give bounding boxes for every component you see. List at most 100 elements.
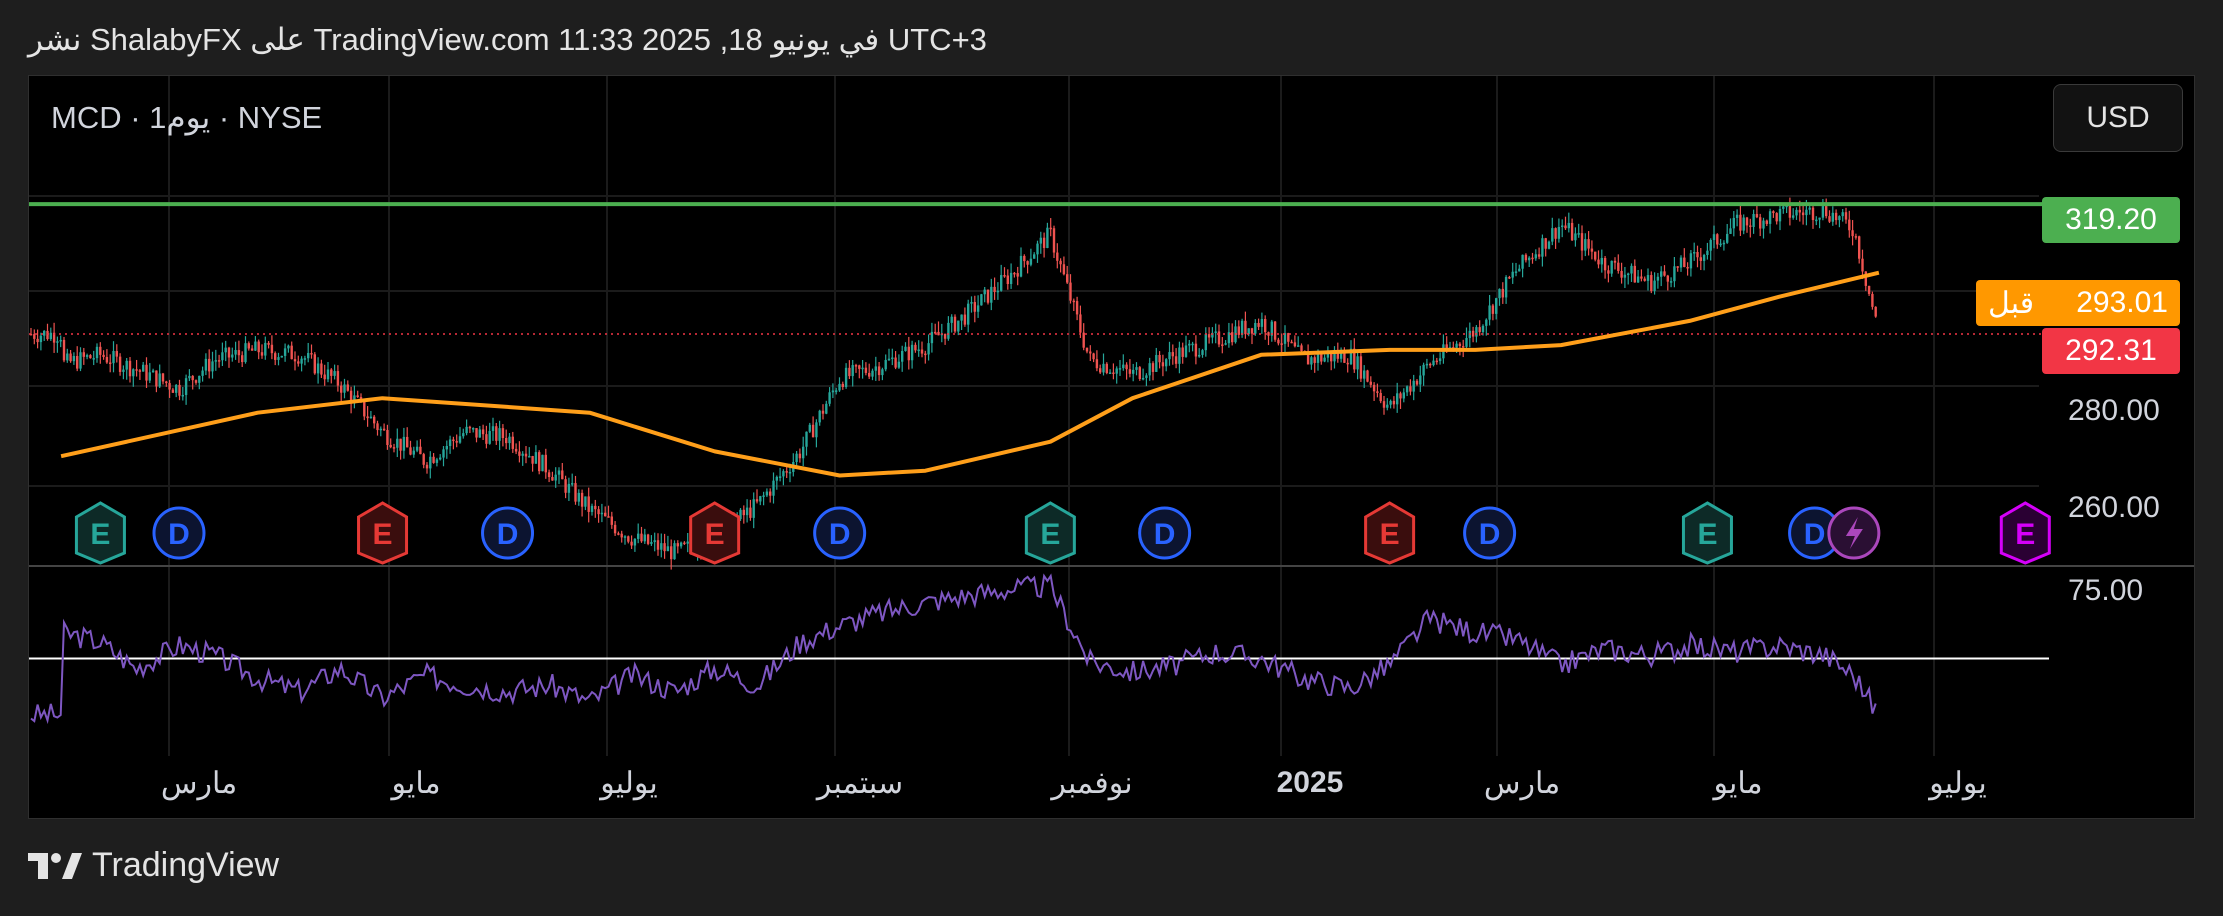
candle-body [1085, 347, 1089, 352]
candle-body [415, 446, 419, 451]
candle-body [158, 373, 161, 387]
candle-body [1471, 330, 1475, 337]
earnings-event-letter: E [373, 518, 393, 551]
candle-body [184, 378, 188, 395]
candle-body [165, 381, 168, 384]
candle-body [69, 353, 72, 362]
candle-body [376, 423, 379, 431]
candle-body [666, 546, 670, 552]
candle-body [1633, 265, 1636, 283]
dividend-event-letter: D [1479, 518, 1501, 551]
candle-body [204, 358, 208, 371]
earnings-event-letter: E [1040, 518, 1060, 551]
candle-body [1046, 227, 1049, 248]
candle-body [1590, 248, 1594, 252]
candle-body [650, 542, 653, 544]
candle-body [1828, 216, 1831, 222]
candle-body [406, 436, 409, 448]
candle-body [1778, 208, 1782, 222]
candle-body [237, 350, 241, 356]
candle-body [1151, 363, 1155, 372]
candle-body [1577, 233, 1580, 235]
earnings-event-icon: E [1681, 501, 1733, 565]
candle-body [1089, 351, 1092, 354]
candle-body [465, 426, 468, 434]
prev-close-value: 293.01 [2076, 286, 2168, 319]
candle-body [1537, 254, 1541, 257]
candle-body [1333, 352, 1336, 362]
tradingview-logo-icon [28, 852, 82, 879]
dividend-event-icon: D [813, 506, 867, 560]
candle-body [1706, 250, 1709, 255]
candle-body [884, 359, 887, 370]
candle-body [538, 452, 541, 472]
candle-body [765, 491, 769, 496]
candle-body [1729, 228, 1732, 234]
candle-body [1320, 354, 1323, 362]
x-tick-label: يوليو [600, 767, 658, 800]
candle-body [1627, 273, 1630, 276]
candle-body [1016, 273, 1019, 277]
candle-body [623, 536, 627, 538]
candle-body [600, 512, 604, 515]
candle-body [1620, 270, 1623, 278]
candle-body [844, 367, 848, 387]
candle-body [1838, 216, 1841, 221]
candle-body [653, 540, 656, 543]
candle-body [1356, 356, 1359, 370]
candle-body [1765, 220, 1768, 224]
candle-body [930, 331, 934, 344]
candle-body [1818, 217, 1821, 220]
candle-body [1204, 334, 1207, 351]
candle-body [1636, 276, 1640, 283]
candle-body [62, 339, 66, 361]
candle-body [524, 453, 528, 457]
candle-body [1386, 404, 1389, 408]
candle-body [1524, 254, 1528, 261]
last-price-value: 292.31 [2065, 334, 2157, 367]
candle-body [109, 362, 112, 364]
candle-body [501, 428, 505, 439]
candle-body [1666, 275, 1669, 282]
candle-body [1772, 211, 1775, 214]
candle-body [571, 483, 574, 485]
candle-body [663, 543, 666, 552]
candle-body [617, 533, 620, 535]
candle-body [508, 436, 511, 444]
candle-body [419, 446, 422, 455]
candle-body [1244, 320, 1247, 335]
candle-body [1379, 392, 1382, 402]
candle-body [135, 369, 138, 371]
candle-body [1105, 363, 1108, 373]
candle-body [1161, 362, 1165, 367]
candle-body [643, 534, 646, 542]
candle-body [241, 355, 244, 363]
candle-body [1056, 252, 1059, 261]
candle-body [92, 358, 95, 360]
candle-body [1422, 364, 1425, 376]
candle-body [683, 542, 686, 545]
candle-body [1092, 353, 1095, 360]
candle-body [1531, 257, 1534, 260]
candle-body [1739, 214, 1742, 231]
candle-body [1009, 272, 1013, 285]
candle-body [1557, 226, 1561, 239]
earnings-event-letter: E [705, 518, 725, 551]
candle-body [1201, 350, 1204, 355]
candle-body [953, 316, 957, 332]
candle-body [1782, 206, 1785, 209]
candle-body [1198, 354, 1201, 357]
candle-body [963, 314, 967, 325]
candle-body [1128, 369, 1132, 374]
candle-body [1155, 355, 1158, 372]
candle-body [287, 345, 290, 349]
chart-canvas[interactable]: EDEDEDEDEDEDE [29, 76, 2195, 819]
x-tick-label: مارس [160, 767, 238, 800]
candle-body [749, 507, 752, 518]
candle-body [399, 438, 402, 451]
chart-frame[interactable]: E D E D E D E D E D E D E MCD · 1يوم · NYSE USD 319.… [28, 75, 2195, 819]
candle-body [541, 454, 544, 472]
candle-body [1432, 360, 1435, 366]
candle-body [1580, 233, 1584, 251]
currency-button[interactable]: USD [2053, 84, 2183, 152]
